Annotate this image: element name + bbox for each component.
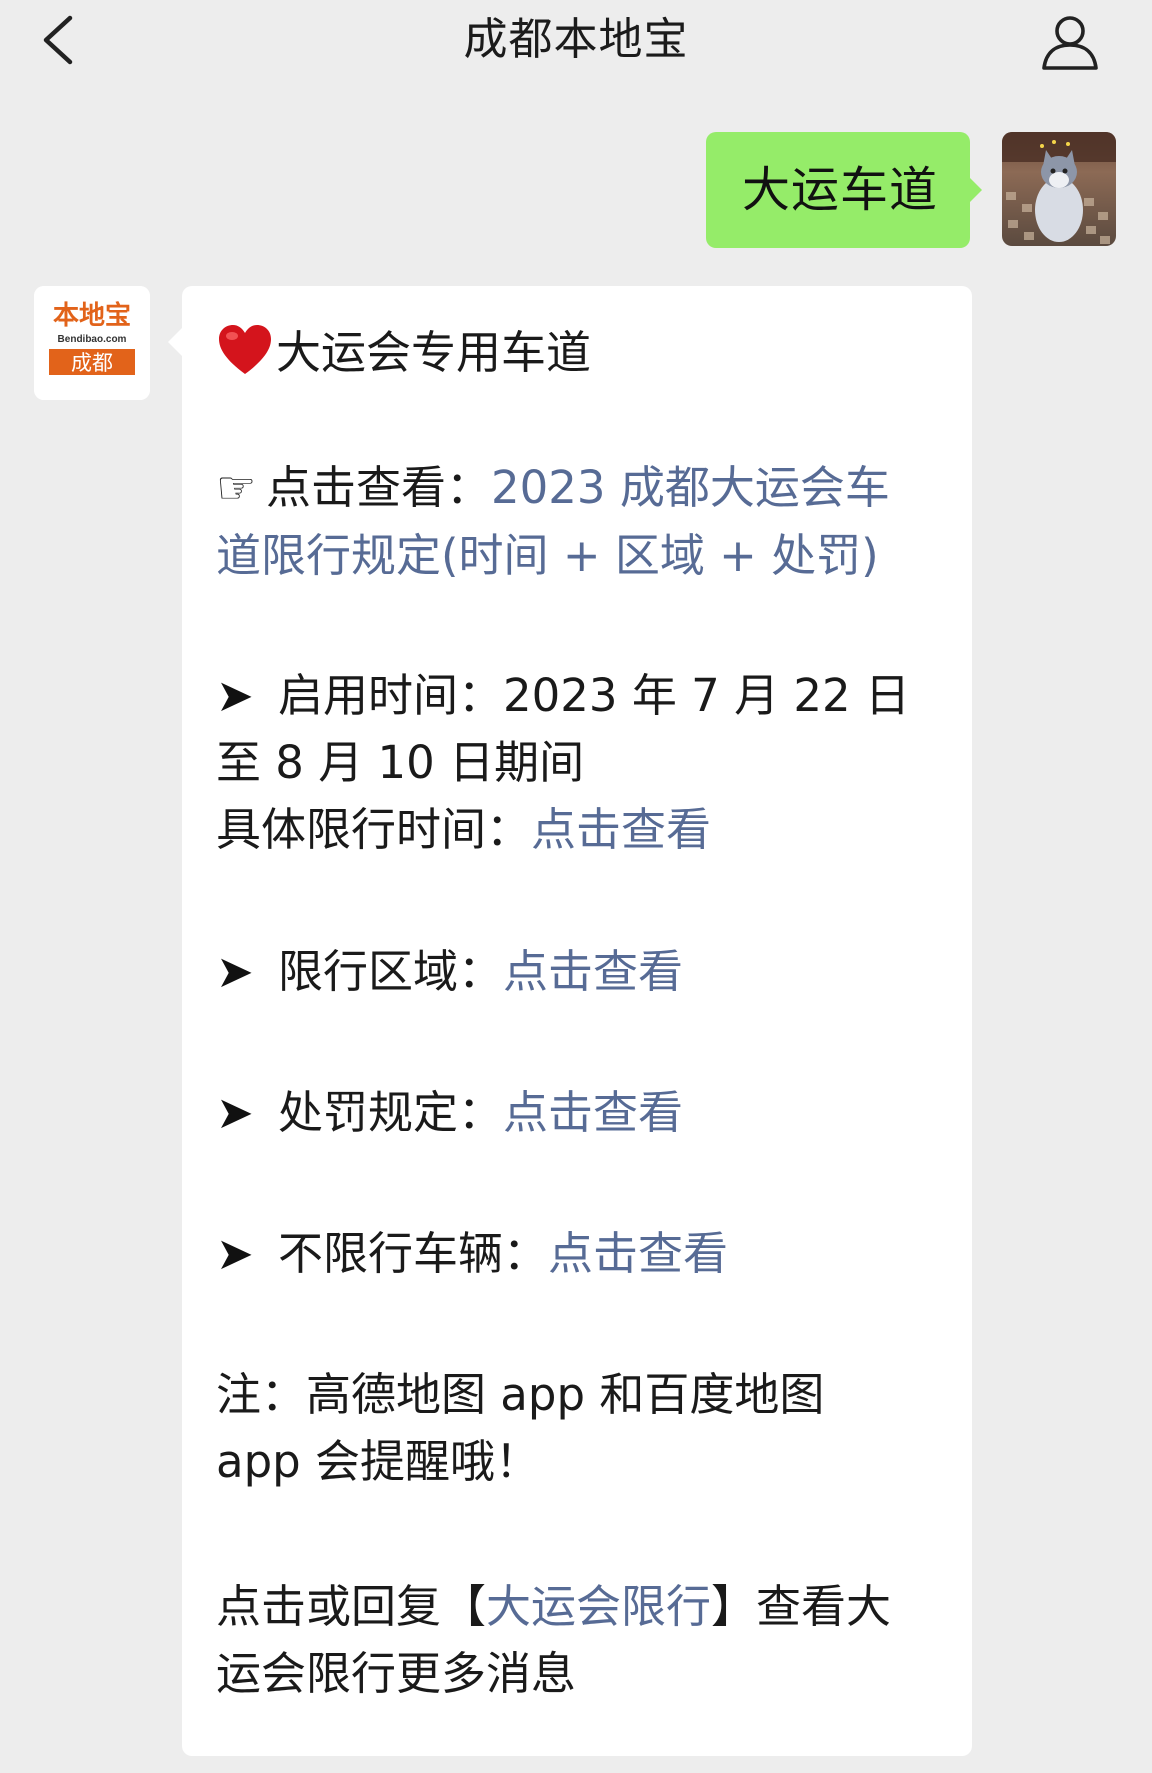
- arrow-icon: ➤: [216, 669, 254, 722]
- outgoing-message: 大运车道: [0, 132, 1152, 252]
- note-line2: app 会提醒哦！: [216, 1435, 541, 1488]
- heart-icon: [219, 325, 271, 374]
- user-avatar[interactable]: [1002, 132, 1116, 246]
- outgoing-bubble-tail: [968, 176, 982, 204]
- heading-text: 大运会专用车道: [276, 326, 592, 379]
- penalty-link[interactable]: 点击查看: [503, 1086, 683, 1139]
- specific-time-line: 具体限行时间：点击查看: [216, 800, 711, 860]
- reply-prefix: 点击或回复【: [216, 1580, 487, 1633]
- start-time-line: ➤ 启用时间：2023 年 7 月 22 日: [216, 666, 910, 726]
- start-time-line2: 至 8 月 10 日期间: [216, 736, 585, 789]
- chat-title: 成都本地宝: [463, 14, 689, 65]
- zone-label: 限行区域：: [278, 945, 504, 998]
- person-outline-icon[interactable]: [1038, 10, 1102, 74]
- exempt-link[interactable]: 点击查看: [548, 1227, 728, 1280]
- incoming-bubble-tail: [168, 328, 182, 356]
- logo-domain: Bendibao.com: [58, 334, 127, 345]
- arrow-icon: ➤: [216, 1086, 254, 1139]
- arrow-icon: ➤: [216, 945, 254, 998]
- zone-link[interactable]: 点击查看: [503, 945, 683, 998]
- exempt-label: 不限行车辆：: [278, 1227, 549, 1280]
- penalty-label: 处罚规定：: [278, 1086, 504, 1139]
- reply-line2: 运会限行更多消息: [216, 1647, 577, 1700]
- reply-line: 点击或回复【大运会限行】查看大: [216, 1577, 891, 1637]
- note-line1: 注：高德地图 app 和百度地图: [216, 1368, 825, 1421]
- chat-header: 成都本地宝: [0, 0, 1152, 106]
- click-view-prefix: 点击查看：: [266, 461, 492, 514]
- bendibao-logo: 本地宝 Bendibao.com 成都: [34, 286, 150, 400]
- zone-line: ➤ 限行区域：点击查看: [216, 942, 683, 1002]
- pointing-hand-icon: ☞: [216, 461, 257, 514]
- regulation-link-part2[interactable]: 道限行规定(时间 + 区域 + 处罚): [216, 526, 879, 586]
- reply-suffix: 】查看大: [711, 1580, 892, 1633]
- heading-line: 大运会专用车道: [216, 322, 591, 383]
- arrow-icon: ➤: [216, 1227, 254, 1280]
- regulation-link-part1[interactable]: 2023 成都大运会车: [491, 461, 890, 514]
- start-time-value: 2023 年 7 月 22 日: [503, 669, 910, 722]
- penalty-line: ➤ 处罚规定：点击查看: [216, 1083, 683, 1143]
- click-view-line: ☞ 点击查看：2023 成都大运会车: [216, 458, 890, 518]
- exempt-line: ➤ 不限行车辆：点击查看: [216, 1224, 728, 1284]
- incoming-bubble: 大运会专用车道 ☞ 点击查看：2023 成都大运会车 道限行规定(时间 + 区域 …: [182, 286, 972, 1756]
- reply-keyword-link[interactable]: 大运会限行: [486, 1580, 711, 1633]
- cat-photo: [1002, 132, 1116, 246]
- logo-city: 成都: [71, 352, 113, 375]
- specific-time-link[interactable]: 点击查看: [531, 803, 711, 856]
- specific-time-label: 具体限行时间：: [216, 803, 532, 856]
- bendibao-avatar[interactable]: 本地宝 Bendibao.com 成都: [34, 286, 150, 400]
- outgoing-bubble[interactable]: 大运车道: [706, 132, 970, 248]
- logo-text: 本地宝: [53, 300, 131, 330]
- start-time-label: 启用时间：: [278, 669, 504, 722]
